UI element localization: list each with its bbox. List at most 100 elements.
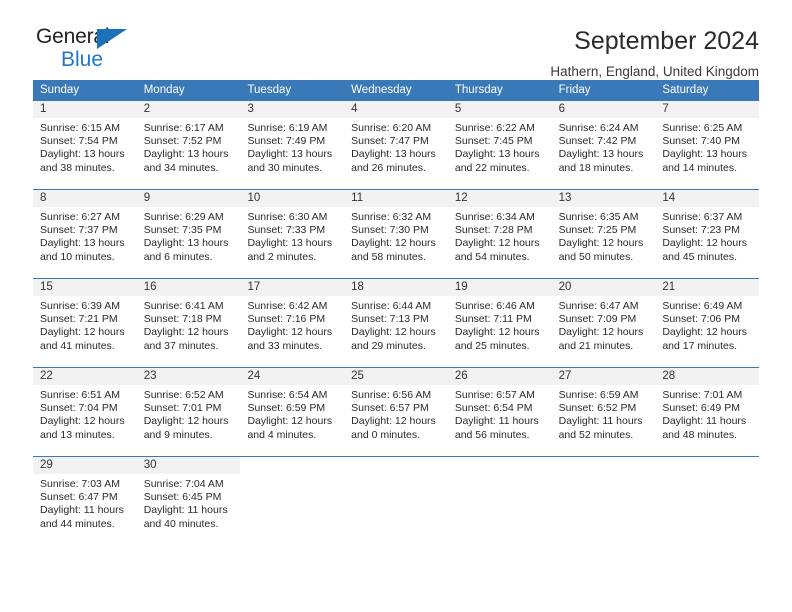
day-details: Sunrise: 6:52 AM Sunset: 7:01 PM Daylight:… [137,385,241,442]
day-cell-inner [240,457,344,532]
weekday-header-wednesday: Wednesday [351,84,412,96]
sunrise-text: Sunrise: 6:29 AM [143,211,224,223]
day-number: 30 [136,457,241,474]
day-details: Sunrise: 6:46 AM Sunset: 7:11 PM Daylight:… [448,296,552,353]
calendar-day-cell[interactable]: 17 Sunrise: 6:42 AM Sunset: 7:16 PM Dayligh… [240,279,345,367]
day-number: 27 [551,368,656,385]
calendar-day-cell[interactable]: 30 Sunrise: 7:04 AM Sunset: 6:45 PM Dayligh… [136,457,241,545]
calendar-day-cell[interactable]: 18 Sunrise: 6:44 AM Sunset: 7:13 PM Dayligh… [344,279,448,367]
daylight-text-line2: and 14 minutes. [662,161,738,174]
day-number: 4 [344,101,448,118]
daylight-text-line1: Daylight: 13 hours [662,148,747,161]
day-number [344,457,448,474]
day-number: 21 [655,279,760,296]
day-number [240,457,344,474]
sunrise-text: Sunrise: 6:42 AM [247,300,328,312]
daylight-text-line1: Daylight: 12 hours [454,326,540,339]
calendar-weeks: 1 Sunrise: 6:15 AM Sunset: 7:54 PM Daylight… [33,101,760,545]
daylight-text-line1: Daylight: 12 hours [40,415,125,428]
day-details: Sunrise: 6:54 AM Sunset: 6:59 PM Daylight:… [240,385,344,442]
day-details: Sunrise: 6:39 AM Sunset: 7:21 PM Daylight:… [33,296,137,353]
calendar-day-cell[interactable]: 25 Sunrise: 6:56 AM Sunset: 6:57 PM Dayligh… [344,368,448,456]
day-details: Sunrise: 7:01 AM Sunset: 6:49 PM Daylight:… [655,385,759,442]
calendar-day-cell[interactable]: 6 Sunrise: 6:24 AM Sunset: 7:42 PM Daylight… [551,101,656,189]
calendar-day-cell[interactable]: 14 Sunrise: 6:37 AM Sunset: 7:23 PM Dayligh… [655,190,760,278]
calendar-day-cell[interactable]: 16 Sunrise: 6:41 AM Sunset: 7:18 PM Dayligh… [136,279,241,367]
calendar-day-cell[interactable]: 2 Sunrise: 6:17 AM Sunset: 7:52 PM Daylight… [136,101,241,189]
calendar-day-cell[interactable]: 19 Sunrise: 6:46 AM Sunset: 7:11 PM Dayligh… [447,279,552,367]
daylight-text-line1: Daylight: 13 hours [351,148,436,161]
calendar-day-cell[interactable]: 11 Sunrise: 6:32 AM Sunset: 7:30 PM Dayligh… [344,190,448,278]
calendar-day-cell[interactable]: 4 Sunrise: 6:20 AM Sunset: 7:47 PM Daylight… [344,101,448,189]
sunrise-text: Sunrise: 6:20 AM [351,122,432,134]
daylight-text-line2: and 2 minutes. [247,250,317,263]
daylight-text-line1: Daylight: 12 hours [558,326,644,339]
daylight-text-line2: and 50 minutes. [558,250,634,263]
day-details: Sunrise: 6:24 AM Sunset: 7:42 PM Daylight:… [552,118,656,175]
daylight-text-line2: and 6 minutes. [143,250,213,263]
day-number: 3 [240,101,345,118]
day-number: 28 [655,368,760,385]
day-cell-inner: 13 Sunrise: 6:35 AM Sunset: 7:25 PM Dayligh… [551,190,656,265]
page-header: General Blue September 2024 Hathern, Eng… [33,0,759,79]
daylight-text-line1: Daylight: 13 hours [143,148,229,161]
sunrise-text: Sunrise: 6:56 AM [351,389,432,401]
sunset-text: Sunset: 7:13 PM [351,313,429,326]
day-details: Sunrise: 6:15 AM Sunset: 7:54 PM Daylight:… [33,118,137,175]
calendar-day-cell[interactable]: 22 Sunrise: 6:51 AM Sunset: 7:04 PM Dayligh… [33,368,137,456]
calendar-day-cell[interactable]: 26 Sunrise: 6:57 AM Sunset: 6:54 PM Dayligh… [447,368,552,456]
day-details: Sunrise: 6:47 AM Sunset: 7:09 PM Daylight:… [552,296,656,353]
day-cell-inner: 19 Sunrise: 6:46 AM Sunset: 7:11 PM Dayligh… [447,279,552,354]
calendar-day-cell[interactable]: 20 Sunrise: 6:47 AM Sunset: 7:09 PM Dayligh… [551,279,656,367]
weekday-header-tuesday: Tuesday [247,84,292,96]
daylight-text-line1: Daylight: 12 hours [247,326,333,339]
sunrise-text: Sunrise: 6:57 AM [454,389,535,401]
daylight-text-line2: and 18 minutes. [558,161,634,174]
day-cell-inner: 15 Sunrise: 6:39 AM Sunset: 7:21 PM Dayligh… [33,279,137,354]
calendar-day-cell[interactable]: 9 Sunrise: 6:29 AM Sunset: 7:35 PM Daylight… [136,190,241,278]
sunset-text: Sunset: 7:52 PM [143,135,222,148]
calendar-day-cell[interactable]: 13 Sunrise: 6:35 AM Sunset: 7:25 PM Dayligh… [551,190,656,278]
calendar-day-cell[interactable]: 12 Sunrise: 6:34 AM Sunset: 7:28 PM Dayligh… [447,190,552,278]
sunset-text: Sunset: 6:49 PM [662,402,740,415]
brand-logo[interactable]: General Blue [33,26,146,72]
day-cell-inner: 20 Sunrise: 6:47 AM Sunset: 7:09 PM Dayligh… [551,279,656,354]
sunset-text: Sunset: 7:18 PM [143,313,222,326]
sunrise-text: Sunrise: 6:51 AM [40,389,120,401]
daylight-text-line2: and 54 minutes. [454,250,530,263]
daylight-text-line2: and 52 minutes. [558,428,634,441]
day-details: Sunrise: 6:35 AM Sunset: 7:25 PM Daylight:… [552,207,656,264]
sunrise-text: Sunrise: 6:30 AM [247,211,328,223]
weekday-header-sunday: Sunday [40,84,80,96]
calendar-day-cell[interactable]: 27 Sunrise: 6:59 AM Sunset: 6:52 PM Dayligh… [551,368,656,456]
sunset-text: Sunset: 7:09 PM [558,313,637,326]
day-details: Sunrise: 6:17 AM Sunset: 7:52 PM Daylight:… [137,118,241,175]
calendar-day-cell[interactable]: 29 Sunrise: 7:03 AM Sunset: 6:47 PM Dayligh… [33,457,137,545]
day-details: Sunrise: 6:37 AM Sunset: 7:23 PM Daylight:… [655,207,759,264]
calendar-day-cell[interactable]: 8 Sunrise: 6:27 AM Sunset: 7:37 PM Daylight… [33,190,137,278]
sunrise-text: Sunrise: 6:49 AM [662,300,743,312]
daylight-text-line1: Daylight: 13 hours [247,148,333,161]
day-cell-inner: 7 Sunrise: 6:25 AM Sunset: 7:40 PM Daylight… [655,101,760,176]
day-number: 16 [136,279,241,296]
calendar-week-row: 8 Sunrise: 6:27 AM Sunset: 7:37 PM Daylight… [33,189,760,278]
day-cell-inner: 17 Sunrise: 6:42 AM Sunset: 7:16 PM Dayligh… [240,279,345,354]
calendar-day-cell[interactable]: 5 Sunrise: 6:22 AM Sunset: 7:45 PM Daylight… [447,101,552,189]
calendar-day-cell[interactable]: 21 Sunrise: 6:49 AM Sunset: 7:06 PM Dayligh… [655,279,760,367]
page-subtitle: Hathern, England, United Kingdom [550,63,759,79]
calendar-day-cell[interactable]: 10 Sunrise: 6:30 AM Sunset: 7:33 PM Dayligh… [240,190,345,278]
day-number: 7 [655,101,760,118]
calendar-day-cell[interactable]: 28 Sunrise: 7:01 AM Sunset: 6:49 PM Dayligh… [655,368,760,456]
day-cell-inner: 28 Sunrise: 7:01 AM Sunset: 6:49 PM Dayligh… [655,368,760,443]
sunrise-text: Sunrise: 6:59 AM [558,389,639,401]
sunrise-text: Sunrise: 6:54 AM [247,389,328,401]
calendar-day-cell[interactable]: 23 Sunrise: 6:52 AM Sunset: 7:01 PM Dayligh… [136,368,241,456]
calendar-day-cell[interactable]: 15 Sunrise: 6:39 AM Sunset: 7:21 PM Dayligh… [33,279,137,367]
weekday-header-friday: Friday [558,84,591,96]
day-number: 22 [33,368,137,385]
calendar-day-cell[interactable]: 3 Sunrise: 6:19 AM Sunset: 7:49 PM Daylight… [240,101,345,189]
calendar-day-cell[interactable]: 7 Sunrise: 6:25 AM Sunset: 7:40 PM Daylight… [655,101,760,189]
calendar-day-cell[interactable]: 24 Sunrise: 6:54 AM Sunset: 6:59 PM Dayligh… [240,368,345,456]
calendar-day-cell[interactable]: 1 Sunrise: 6:15 AM Sunset: 7:54 PM Daylight… [33,101,137,189]
daylight-text-line1: Daylight: 13 hours [454,148,540,161]
